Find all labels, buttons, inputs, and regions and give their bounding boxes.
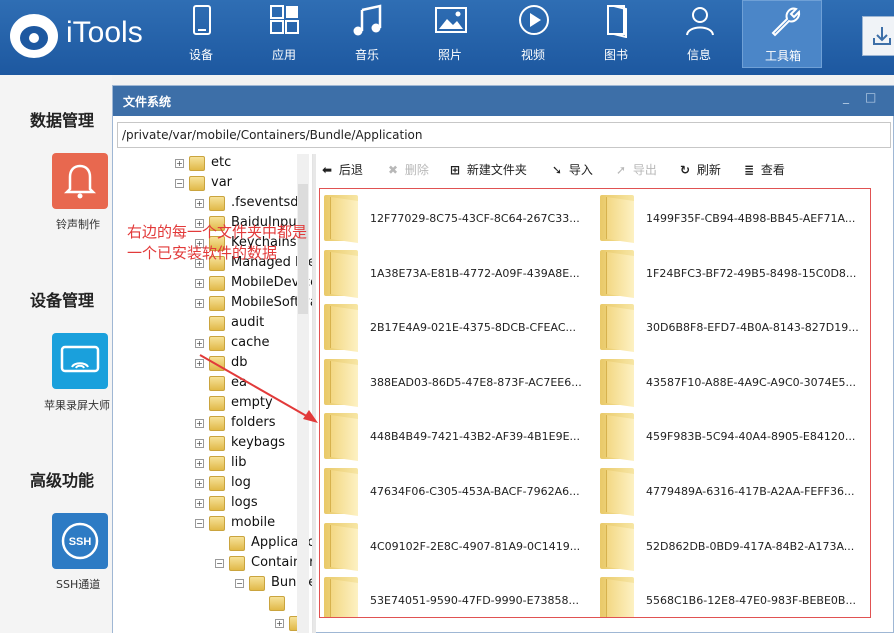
annotation-line-2: 一个已安装软件的数据: [127, 244, 278, 262]
annotation-line-1: 右边的每一个文件夹中都是: [127, 223, 308, 241]
annotation-arrow: [199, 354, 318, 423]
annotation-text: 右边的每一个文件夹中都是 一个已安装软件的数据: [127, 222, 327, 264]
baidu-watermark: Baidu经验: [660, 562, 794, 593]
